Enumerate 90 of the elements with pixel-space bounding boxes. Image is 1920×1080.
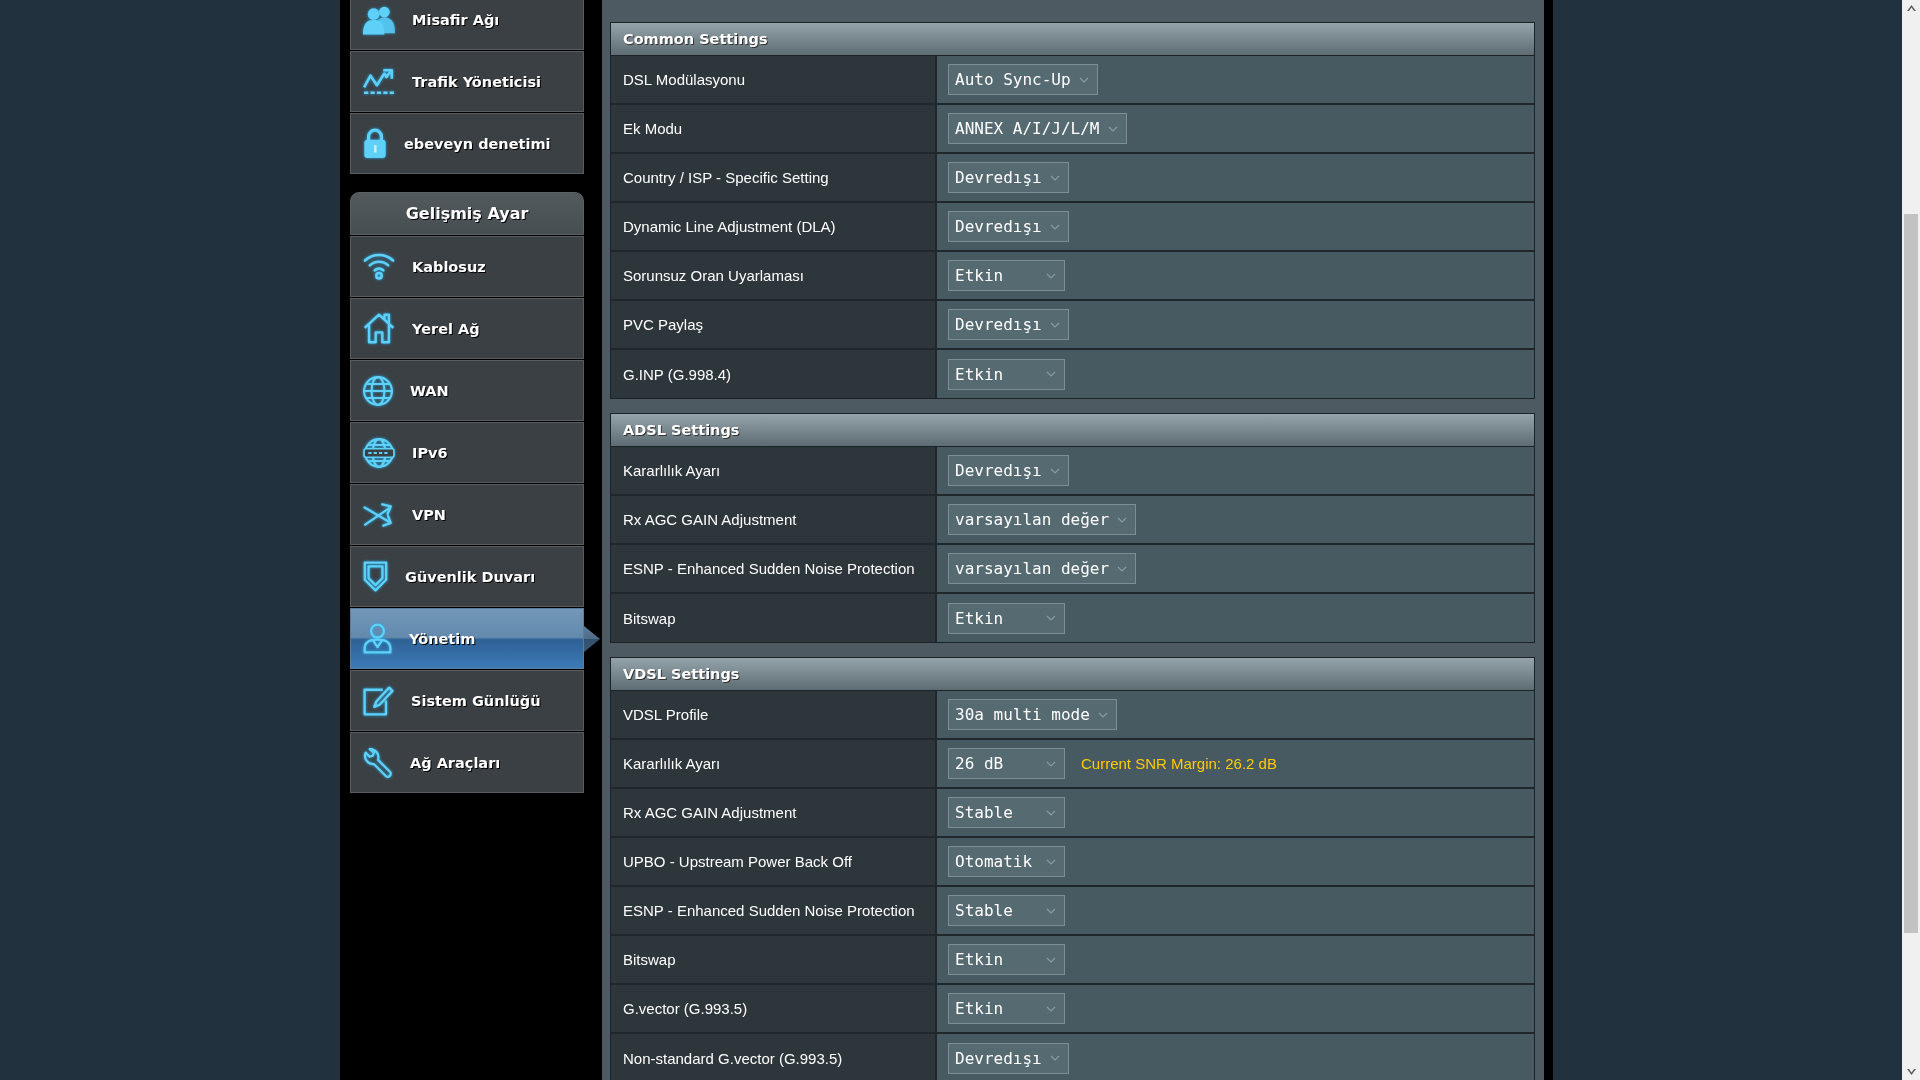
sidebar-item[interactable]: Güvenlik Duvarı <box>350 546 584 607</box>
setting-label: Bitswap <box>611 936 937 983</box>
setting-label: Bitswap <box>611 594 937 642</box>
scrollbar-thumb[interactable] <box>1904 214 1918 933</box>
sidebar-item[interactable]: Trafik Yöneticisi <box>350 51 584 112</box>
dropdown[interactable]: Devredışı <box>948 211 1069 242</box>
shield-icon <box>363 561 388 592</box>
setting-label: PVC Paylaş <box>611 301 937 348</box>
dropdown[interactable]: Etkin <box>948 358 1065 390</box>
sidebar-item[interactable]: Sistem Günlüğü <box>350 670 584 731</box>
dropdown[interactable]: Devredışı <box>948 455 1069 486</box>
dropdown[interactable]: Devredışı <box>948 309 1069 340</box>
sidebar-header: Gelişmiş Ayar <box>350 192 584 235</box>
person-icon <box>363 623 392 654</box>
caret-icon <box>1046 907 1056 914</box>
caret-icon <box>1049 223 1060 230</box>
sidebar-item[interactable]: ebeveyn denetimi <box>350 113 584 174</box>
scroll-up-icon[interactable] <box>1906 5 1916 11</box>
sidebar-item[interactable]: Yerel Ağ <box>350 298 584 359</box>
scroll-down-icon[interactable] <box>1906 1069 1916 1075</box>
padlock-icon <box>363 128 387 159</box>
setting-label: Country / ISP - Specific Setting <box>611 154 937 201</box>
caret-icon <box>1046 615 1056 621</box>
setting-label: G.INP (G.998.4) <box>611 350 937 398</box>
dropdown[interactable]: Stable <box>948 797 1065 828</box>
setting-label: ESNP - Enhanced Sudden Noise Protection <box>611 545 937 592</box>
caret-icon <box>1049 321 1060 328</box>
section-header: ADSL Settings <box>611 414 1534 447</box>
caret-icon <box>1046 956 1056 963</box>
caret-icon <box>1046 272 1056 279</box>
sidebar-item[interactable]: IPv6 <box>350 422 584 483</box>
notepad-pencil-icon <box>363 685 394 716</box>
caret-icon <box>1046 1005 1056 1012</box>
wifi-icon <box>363 253 395 280</box>
caret-icon <box>1046 371 1056 377</box>
setting-label: UPBO - Upstream Power Back Off <box>611 838 937 885</box>
setting-label: Dynamic Line Adjustment (DLA) <box>611 203 937 250</box>
setting-label: Ek Modu <box>611 105 937 152</box>
globe-icon <box>363 437 395 468</box>
dropdown[interactable]: varsayılan değer <box>948 504 1137 535</box>
caret-icon <box>1049 1055 1060 1061</box>
wrench-icon <box>363 747 393 778</box>
caret-icon <box>1117 516 1128 523</box>
dropdown[interactable]: Etkin <box>948 993 1065 1024</box>
setting-label: Non-standard G.vector (G.993.5) <box>611 1034 937 1080</box>
chart-icon <box>363 68 395 95</box>
house-icon <box>363 313 395 344</box>
caret-icon <box>1078 76 1089 83</box>
sidebar-item[interactable]: WAN <box>350 360 584 421</box>
dropdown[interactable]: Otomatik <box>948 846 1065 877</box>
pointer-icon <box>584 625 600 652</box>
setting-label: Kararlılık Ayarı <box>611 447 937 494</box>
caret-icon <box>1117 565 1128 572</box>
dropdown[interactable]: Devredışı <box>948 162 1069 193</box>
sidebar-item[interactable]: VPN <box>350 484 584 545</box>
sidebar-item[interactable]: Ağ Araçları <box>350 732 584 793</box>
section-header: VDSL Settings <box>611 658 1534 691</box>
dropdown[interactable]: ANNEX A/I/J/L/M <box>948 113 1127 144</box>
dropdown[interactable]: varsayılan değer <box>948 553 1137 584</box>
people-icon <box>363 4 395 35</box>
caret-icon <box>1107 125 1118 132</box>
dropdown[interactable]: 26 dB <box>948 748 1065 779</box>
setting-label: VDSL Profile <box>611 691 937 738</box>
dropdown[interactable]: 30a multi mode <box>948 699 1117 730</box>
globe-icon <box>363 375 393 406</box>
setting-label: Rx AGC GAIN Adjustment <box>611 496 937 543</box>
dropdown[interactable]: Stable <box>948 895 1065 926</box>
setting-label: Sorunsuz Oran Uyarlaması <box>611 252 937 299</box>
caret-icon <box>1097 711 1108 718</box>
setting-label: G.vector (G.993.5) <box>611 985 937 1032</box>
caret-icon <box>1049 174 1060 181</box>
setting-label: DSL Modülasyonu <box>611 56 937 103</box>
setting-label: ESNP - Enhanced Sudden Noise Protection <box>611 887 937 934</box>
dropdown[interactable]: Devredışı <box>948 1042 1069 1074</box>
section-header: Common Settings <box>611 23 1534 56</box>
dropdown[interactable]: Etkin <box>948 602 1065 634</box>
caret-icon <box>1046 809 1056 816</box>
dropdown[interactable]: Etkin <box>948 260 1065 291</box>
caret-icon <box>1046 760 1056 767</box>
dropdown[interactable]: Etkin <box>948 944 1065 975</box>
snr-margin-note: Current SNR Margin: 26.2 dB <box>1081 755 1277 772</box>
dropdown[interactable]: Auto Sync-Up <box>948 64 1098 95</box>
sidebar-item[interactable]: Misafir Ağı <box>350 0 584 50</box>
crossed-arrows-icon <box>363 501 395 528</box>
sidebar-item[interactable]: Kablosuz <box>350 236 584 297</box>
caret-icon <box>1046 858 1056 865</box>
setting-label: Rx AGC GAIN Adjustment <box>611 789 937 836</box>
sidebar-item[interactable]: Yönetim <box>350 608 584 669</box>
caret-icon <box>1049 467 1060 474</box>
setting-label: Kararlılık Ayarı <box>611 740 937 787</box>
